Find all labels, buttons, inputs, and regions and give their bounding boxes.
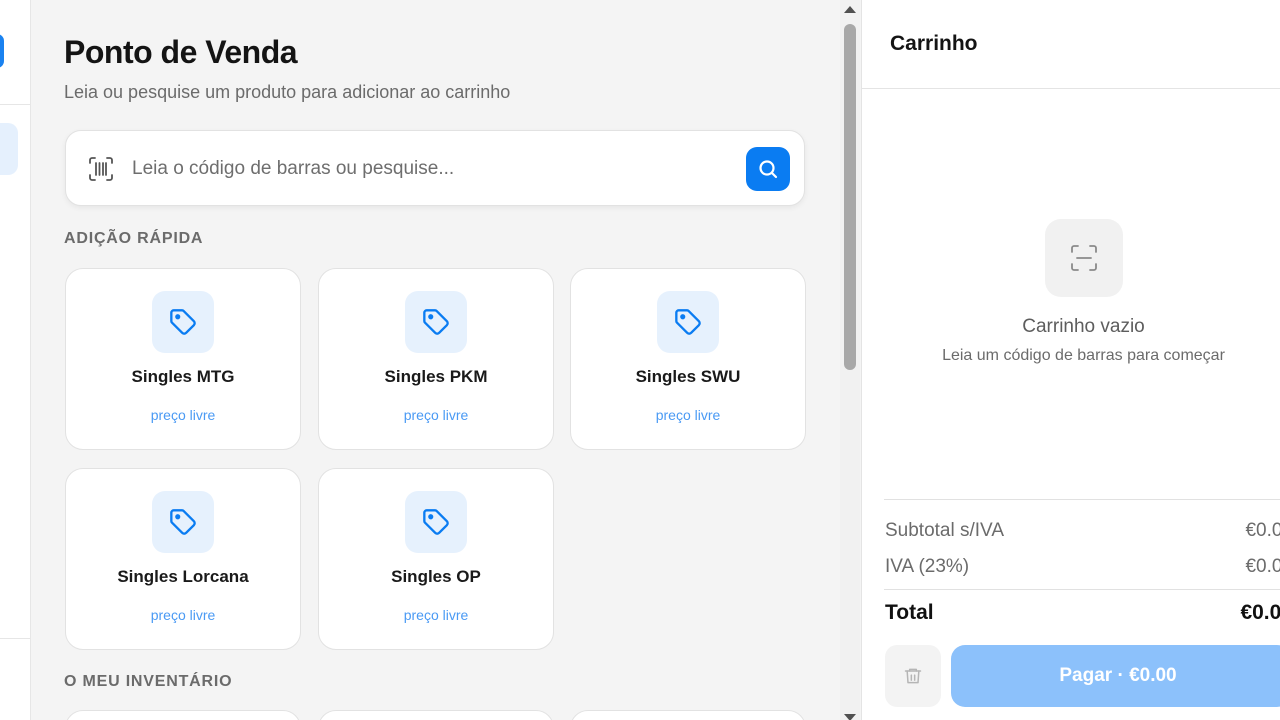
tag-icon-box	[657, 291, 719, 353]
totals-divider	[884, 499, 1280, 500]
tag-icon	[170, 309, 196, 335]
quick-item-card[interactable]: Singles SWU preço livre	[570, 268, 806, 450]
tag-icon	[675, 309, 701, 335]
app-logo[interactable]	[0, 34, 4, 68]
trash-icon	[904, 668, 922, 684]
tag-icon	[423, 509, 449, 535]
search-icon	[759, 160, 778, 179]
search-button[interactable]	[746, 147, 790, 191]
quick-item-price: preço livre	[150, 407, 216, 423]
total-value: €0.00	[1240, 601, 1280, 624]
inventory-card[interactable]	[318, 710, 554, 720]
vat-value: €0.00	[1245, 556, 1280, 577]
quick-item-card[interactable]: Singles OP preço livre	[318, 468, 554, 650]
totals-divider	[884, 589, 1280, 590]
clear-cart-button[interactable]	[885, 645, 941, 707]
inventory-heading: O MEU INVENTÁRIO	[64, 673, 233, 690]
scroll-up-arrow-icon[interactable]	[844, 6, 856, 13]
quick-item-price: preço livre	[655, 407, 721, 423]
total-label: Total	[885, 601, 934, 624]
inventory-card[interactable]	[65, 710, 301, 720]
quick-item-card[interactable]: Singles PKM preço livre	[318, 268, 554, 450]
vat-row: IVA (23%) €0.00	[885, 556, 1280, 578]
tag-icon	[423, 309, 449, 335]
quick-item-name: Singles MTG	[131, 367, 235, 386]
pay-button[interactable]: Pagar · €0.00	[951, 645, 1280, 707]
tag-icon-box	[405, 291, 467, 353]
sidebar-divider	[0, 104, 31, 105]
barcode-scan-icon[interactable]	[88, 156, 114, 182]
quick-item-price: preço livre	[403, 407, 469, 423]
quick-item-name: Singles OP	[391, 567, 481, 586]
scrollbar-thumb[interactable]	[844, 24, 856, 370]
quick-item-name: Singles PKM	[384, 367, 488, 386]
quick-add-heading: ADIÇÃO RÁPIDA	[64, 230, 204, 247]
main-content: Ponto de Venda Leia ou pesquise um produ…	[32, 0, 840, 720]
empty-cart-icon-box	[1045, 219, 1123, 297]
pay-button-label: Pagar · €0.00	[1059, 665, 1177, 686]
quick-item-name: Singles Lorcana	[117, 567, 249, 586]
search-bar	[65, 130, 805, 206]
cart-panel: Carrinho Carrinho vazio Leia um código d…	[861, 0, 1280, 720]
search-input[interactable]	[132, 151, 732, 187]
sidebar-item-active[interactable]	[0, 123, 18, 175]
subtotal-row: Subtotal s/IVA €0.00	[885, 520, 1280, 542]
inventory-card[interactable]	[570, 710, 806, 720]
quick-item-card[interactable]: Singles Lorcana preço livre	[65, 468, 301, 650]
quick-item-card[interactable]: Singles MTG preço livre	[65, 268, 301, 450]
quick-item-price: preço livre	[403, 607, 469, 623]
page-title: Ponto de Venda	[64, 34, 298, 70]
cart-divider	[862, 88, 1280, 89]
total-row: Total €0.00	[885, 601, 1280, 625]
subtotal-value: €0.00	[1245, 520, 1280, 541]
scan-frame-icon	[1071, 245, 1097, 271]
sidebar	[0, 0, 31, 720]
sidebar-divider	[0, 638, 31, 639]
page-subtitle: Leia ou pesquise um produto para adicion…	[64, 82, 511, 102]
empty-cart-subtitle: Leia um código de barras para começar	[942, 347, 1225, 364]
main-scrollbar[interactable]	[840, 0, 860, 720]
quick-item-name: Singles SWU	[635, 367, 741, 386]
subtotal-label: Subtotal s/IVA	[885, 520, 1004, 541]
scroll-down-arrow-icon[interactable]	[844, 714, 856, 720]
tag-icon	[170, 509, 196, 535]
cart-title: Carrinho	[890, 32, 978, 55]
tag-icon-box	[405, 491, 467, 553]
empty-cart-title: Carrinho vazio	[1022, 316, 1145, 337]
vat-label: IVA (23%)	[885, 556, 970, 577]
quick-item-price: preço livre	[150, 607, 216, 623]
tag-icon-box	[152, 491, 214, 553]
tag-icon-box	[152, 291, 214, 353]
